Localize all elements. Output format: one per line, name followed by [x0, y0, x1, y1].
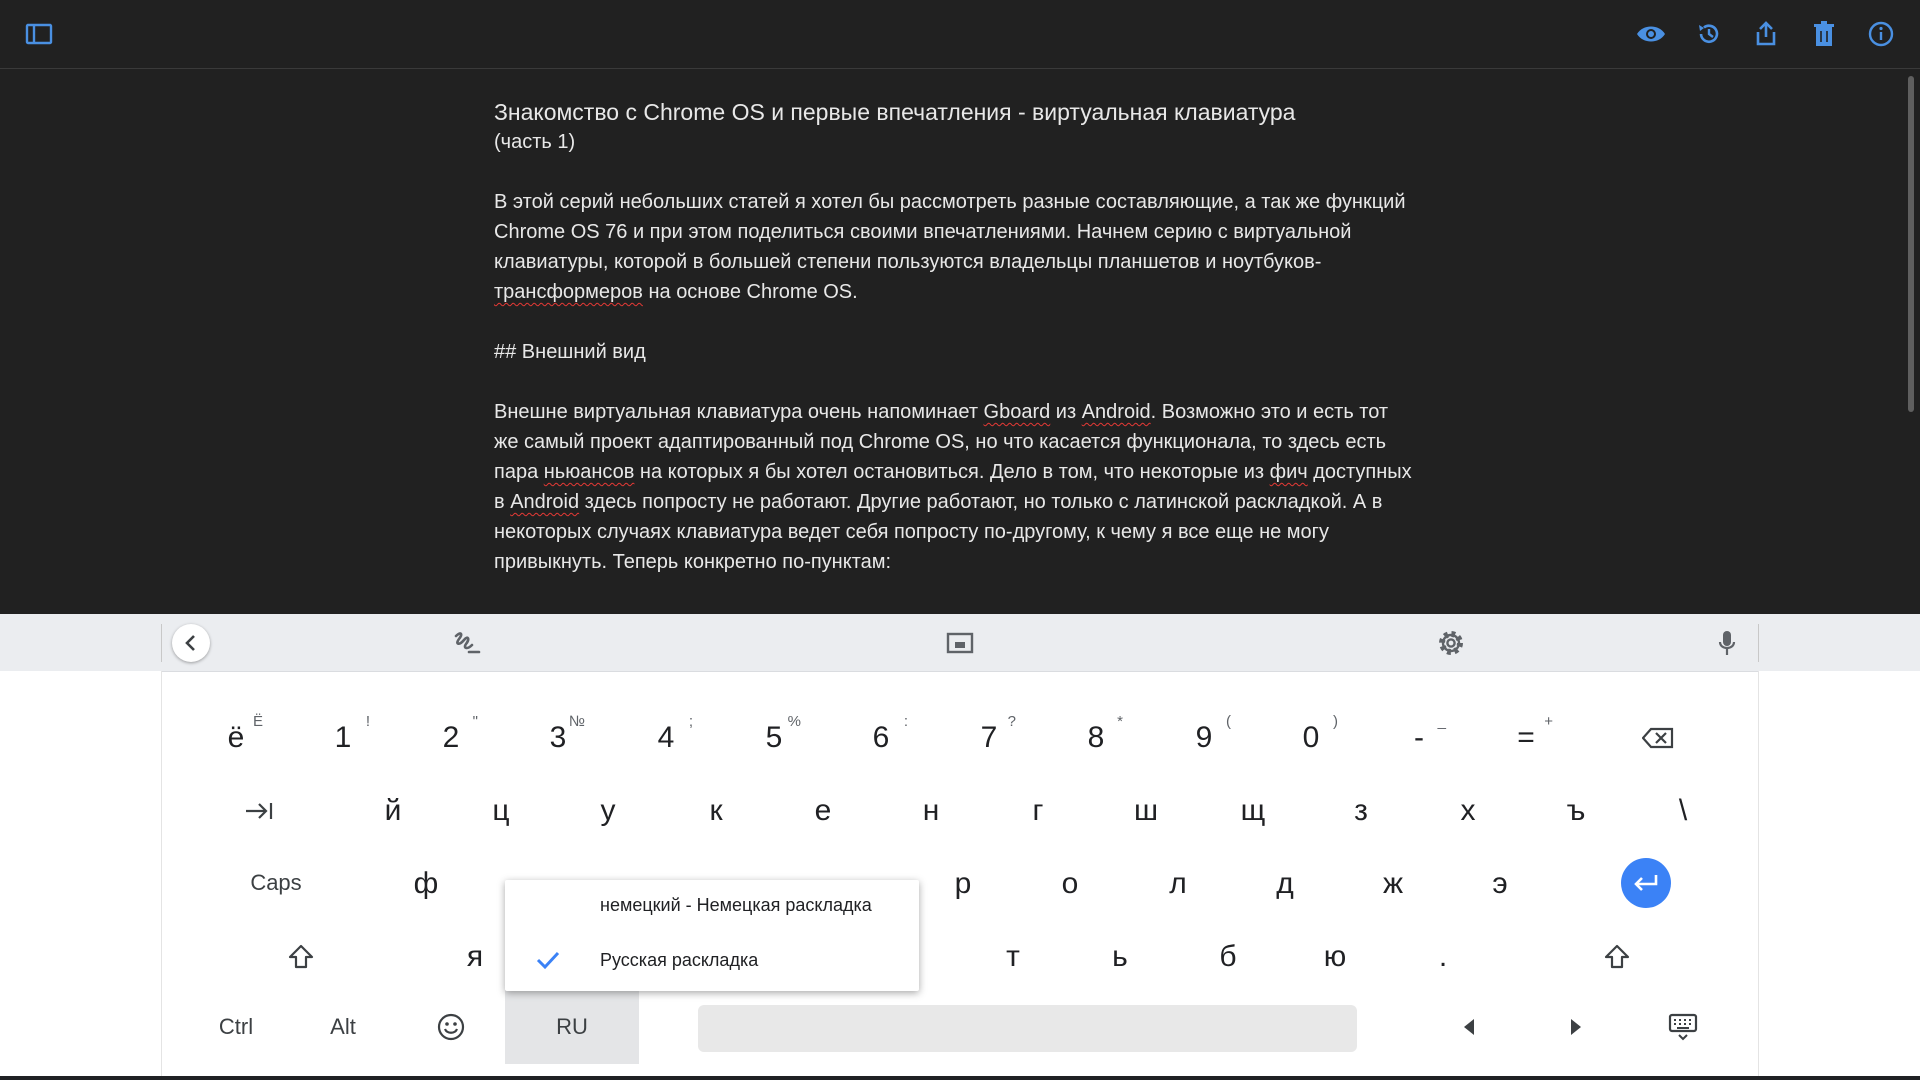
microphone-icon[interactable]	[1706, 622, 1748, 664]
key-letter[interactable]: ж	[1348, 853, 1438, 915]
floating-keyboard-icon[interactable]	[939, 622, 981, 664]
alt-key[interactable]: Alt	[298, 996, 388, 1058]
doc-title: Знакомство с Chrome OS и первые впечатле…	[494, 99, 1296, 125]
section-heading: ## Внешний вид	[494, 341, 646, 363]
misspelled-word: ньюансов	[543, 461, 635, 483]
misspelled-word: Gboard	[983, 401, 1051, 423]
key-equals[interactable]: = +	[1481, 707, 1571, 769]
key-backslash[interactable]: \	[1638, 780, 1728, 842]
key-period[interactable]: .	[1398, 926, 1488, 988]
keyboard-side-right	[1758, 671, 1920, 1080]
key-3[interactable]: 3 №	[513, 707, 603, 769]
caps-key[interactable]: Caps	[231, 852, 321, 914]
key-letter[interactable]: х	[1423, 780, 1513, 842]
key-0[interactable]: 0)	[1266, 707, 1356, 769]
space-bar[interactable]	[698, 1005, 1357, 1052]
language-menu: немецкий - Немецкая раскладка Русская ра…	[505, 880, 919, 991]
arrow-right-icon[interactable]	[1531, 996, 1621, 1058]
divider	[161, 624, 162, 662]
misspelled-word: фич	[1269, 461, 1308, 483]
editor-area[interactable]: Знакомство с Chrome OS и первые впечатле…	[0, 69, 1920, 614]
misspelled-word: Android	[1081, 401, 1151, 423]
enter-icon[interactable]	[1621, 858, 1671, 908]
doc-subtitle: (часть 1)	[494, 131, 576, 153]
paragraph-appearance: Внешне виртуальная клавиатура очень напо…	[494, 401, 1412, 573]
key-letter[interactable]: ь	[1075, 926, 1165, 988]
shift-left-icon[interactable]	[256, 926, 346, 988]
key-letter[interactable]: ю	[1290, 926, 1380, 988]
checkmark-icon	[535, 949, 561, 976]
info-icon[interactable]	[1864, 17, 1898, 51]
key-letter[interactable]: й	[348, 780, 438, 842]
misspelled-word: трансформеров	[494, 281, 643, 303]
key-letter[interactable]: к	[671, 780, 761, 842]
keyboard-toolbar	[0, 614, 1920, 672]
shift-right-icon[interactable]	[1572, 926, 1662, 988]
key-6[interactable]: 6:	[836, 707, 926, 769]
back-icon[interactable]	[172, 624, 210, 662]
key-5[interactable]: 5%	[729, 707, 819, 769]
paragraph-intro: В этой серий небольших статей я хотел бы…	[494, 191, 1406, 303]
arrow-left-icon[interactable]	[1424, 996, 1514, 1058]
key-letter[interactable]: р	[918, 853, 1008, 915]
backspace-icon[interactable]	[1613, 707, 1703, 769]
key-yo[interactable]: ёЁ	[191, 707, 281, 769]
key-9[interactable]: 9(	[1159, 707, 1249, 769]
tab-icon[interactable]	[214, 780, 304, 842]
ctrl-key[interactable]: Ctrl	[191, 996, 281, 1058]
trash-icon[interactable]	[1807, 17, 1841, 51]
shelf-edge	[0, 1076, 1920, 1080]
menu-item-russian[interactable]: Русская раскладка	[505, 935, 919, 985]
key-letter[interactable]: у	[563, 780, 653, 842]
key-letter[interactable]: ф	[381, 853, 471, 915]
key-letter[interactable]: ш	[1101, 780, 1191, 842]
key-letter[interactable]: з	[1316, 780, 1406, 842]
keyboard-side-left	[0, 671, 162, 1080]
key-7[interactable]: 7?	[944, 707, 1034, 769]
eye-icon[interactable]	[1634, 17, 1668, 51]
key-letter[interactable]: ц	[456, 780, 546, 842]
key-letter[interactable]: е	[778, 780, 868, 842]
settings-icon[interactable]	[1430, 622, 1472, 664]
document-text[interactable]: Знакомство с Chrome OS и первые впечатле…	[494, 97, 1414, 607]
key-letter[interactable]: д	[1240, 853, 1330, 915]
key-letter[interactable]: г	[993, 780, 1083, 842]
key-8[interactable]: 8 *	[1051, 707, 1141, 769]
key-letter[interactable]: н	[886, 780, 976, 842]
key-letter[interactable]: щ	[1208, 780, 1298, 842]
key-letter[interactable]: б	[1183, 926, 1273, 988]
key-minus[interactable]: - _	[1374, 707, 1464, 769]
key-1[interactable]: 1!	[298, 707, 388, 769]
key-letter[interactable]: л	[1133, 853, 1223, 915]
misspelled-word: Android	[510, 491, 580, 513]
menu-item-german[interactable]: немецкий - Немецкая раскладка	[505, 880, 919, 930]
key-letter[interactable]: э	[1455, 853, 1545, 915]
key-letter[interactable]: ъ	[1531, 780, 1621, 842]
key-letter[interactable]: т	[968, 926, 1058, 988]
divider	[1758, 624, 1759, 662]
handwriting-icon[interactable]	[446, 622, 488, 664]
key-letter[interactable]: о	[1025, 853, 1115, 915]
editor-scrollbar[interactable]	[1908, 76, 1914, 412]
language-switch-key[interactable]: RU	[505, 990, 639, 1064]
key-4[interactable]: 4;	[621, 707, 711, 769]
emoji-icon[interactable]	[406, 996, 496, 1058]
share-icon[interactable]	[1749, 17, 1783, 51]
hide-keyboard-icon[interactable]	[1638, 996, 1728, 1058]
key-2[interactable]: 2 "	[406, 707, 496, 769]
app-toolbar	[0, 0, 1920, 69]
sidebar-toggle-icon[interactable]	[22, 17, 56, 51]
history-icon[interactable]	[1692, 17, 1726, 51]
